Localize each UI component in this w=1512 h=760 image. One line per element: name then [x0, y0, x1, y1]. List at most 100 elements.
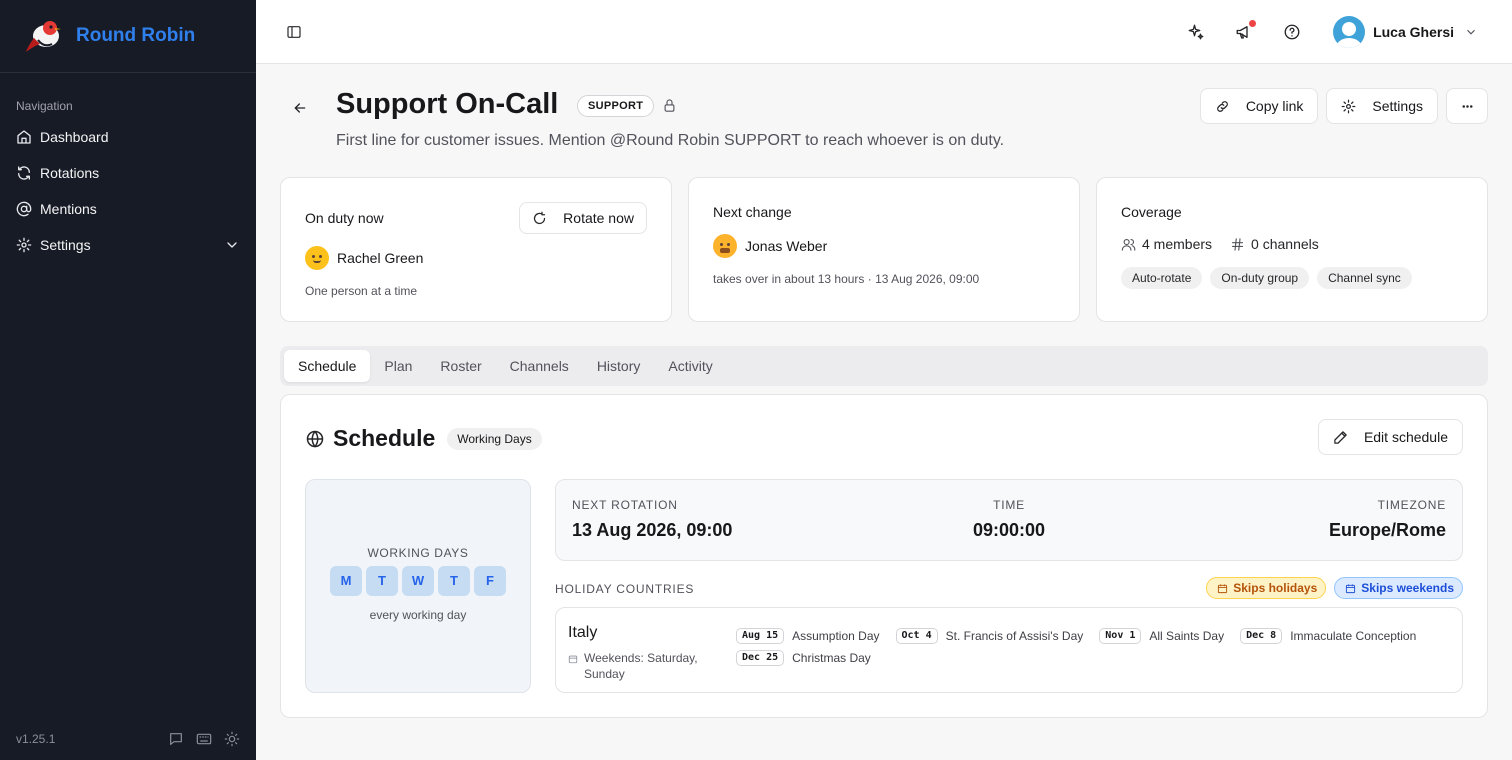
tab-roster[interactable]: Roster [426, 350, 495, 382]
day-chip: T [366, 566, 398, 596]
next-person-name: Jonas Weber [745, 238, 828, 254]
tab-plan[interactable]: Plan [370, 350, 426, 382]
sidebar-item-label: Mentions [40, 201, 97, 217]
link-icon [1216, 100, 1228, 112]
nav-list: Dashboard Rotations Mentions Settings [0, 119, 256, 263]
holiday-date: Aug 15 [736, 628, 785, 644]
sparkles-icon[interactable] [1187, 23, 1205, 41]
holiday-name: Immaculate Conception [1290, 629, 1417, 643]
keyboard-icon[interactable] [196, 731, 212, 747]
working-days-box: WORKING DAYS M T W T F every working day [305, 479, 531, 693]
person-emoji-avatar [713, 234, 737, 258]
holiday-item: Dec 25 Christmas Day [736, 650, 871, 666]
tab-activity[interactable]: Activity [654, 350, 726, 382]
tab-channels[interactable]: Channels [496, 350, 583, 382]
on-duty-card: On duty now Rotate now Rachel Green One … [280, 177, 672, 322]
weekends-info: Weekends: Saturday, Sunday [568, 650, 718, 682]
skips-holidays-label: Skips holidays [1233, 581, 1318, 595]
avatar [1333, 15, 1366, 48]
coverage-card: Coverage 4 members 0 channels Auto-rotat… [1096, 177, 1488, 322]
ellipsis-icon [1462, 104, 1472, 108]
tab-history[interactable]: History [583, 350, 655, 382]
page-subtitle: First line for customer issues. Mention … [336, 132, 1005, 149]
holiday-item: Dec 8 Immaculate Conception [1240, 628, 1416, 644]
time-value: 09:00:00 [972, 520, 1046, 540]
holiday-name: All Saints Day [1149, 629, 1225, 643]
skips-weekends-badge: Skips weekends [1334, 577, 1463, 599]
brand[interactable]: Round Robin [0, 0, 256, 73]
rotate-now-button[interactable]: Rotate now [519, 202, 647, 234]
sidebar-item-dashboard[interactable]: Dashboard [0, 119, 256, 155]
weekends-text: Weekends: Saturday, Sunday [584, 651, 698, 681]
settings-button[interactable]: Settings [1326, 88, 1438, 124]
sidebar-toggle-icon[interactable] [286, 24, 302, 40]
sun-icon[interactable] [224, 731, 240, 747]
chevron-down-icon [1467, 29, 1475, 35]
holiday-date: Dec 8 [1240, 628, 1283, 644]
timezone-col: TIMEZONE Europe/Rome [1329, 498, 1446, 541]
app-version: v1.25.1 [16, 732, 56, 746]
time-label: TIME [993, 498, 1025, 512]
back-arrow-icon[interactable] [292, 100, 308, 116]
holiday-badges: Skips holidays Skips weekends [1206, 577, 1463, 599]
tab-schedule[interactable]: Schedule [284, 350, 371, 382]
working-days-note: every working day [369, 608, 467, 622]
topbar-actions: Luca Ghersi [1157, 15, 1478, 48]
next-person: Jonas Weber [713, 234, 827, 258]
timezone-label: TIMEZONE [1377, 498, 1446, 512]
edit-schedule-label: Edit schedule [1363, 429, 1448, 445]
hash-icon [1231, 237, 1244, 251]
holiday-date: Oct 4 [895, 628, 938, 644]
refresh-icon [17, 166, 31, 180]
schedule-header: Schedule Working Days [305, 425, 542, 452]
feature-chip: Channel sync [1317, 267, 1412, 289]
members-stat: 4 members [1121, 236, 1212, 252]
header-actions: Copy link Settings [1199, 88, 1488, 124]
chevron-down-icon[interactable] [224, 237, 240, 253]
time-col: TIME 09:00:00 [556, 498, 1462, 541]
channels-count: 0 channels [1251, 236, 1319, 252]
user-menu[interactable]: Luca Ghersi [1333, 15, 1478, 48]
announcements-button[interactable] [1235, 19, 1257, 41]
next-change-label: Next change [713, 204, 792, 220]
holiday-list: Aug 15 Assumption Day Oct 4 St. Francis … [736, 628, 1456, 666]
help-icon[interactable] [1283, 23, 1301, 41]
nav-section-title: Navigation [16, 99, 73, 113]
home-icon [17, 130, 31, 144]
calendar-icon [1346, 583, 1356, 593]
edit-schedule-button[interactable]: Edit schedule [1317, 419, 1463, 455]
country-name: Italy [568, 624, 598, 641]
pencil-icon [1334, 430, 1347, 444]
timezone-value: Europe/Rome [1328, 520, 1446, 540]
chat-icon[interactable] [168, 731, 184, 747]
more-options-button[interactable] [1446, 88, 1488, 124]
schedule-title: Schedule [333, 425, 436, 451]
tab-bar: Schedule Plan Roster Channels History Ac… [280, 346, 1488, 386]
sidebar-item-mentions[interactable]: Mentions [0, 191, 256, 227]
holiday-item: Aug 15 Assumption Day [736, 628, 880, 644]
calendar-icon [568, 655, 578, 664]
feature-chip: Auto-rotate [1121, 267, 1203, 289]
copy-link-button[interactable]: Copy link [1199, 88, 1319, 124]
on-duty-person: Rachel Green [305, 246, 423, 270]
on-duty-label: On duty now [305, 210, 384, 226]
topbar: Luca Ghersi [256, 0, 1512, 64]
sidebar: Round Robin Navigation Dashboard Rotatio… [0, 0, 256, 760]
schedule-panel: Schedule Working Days Edit schedule WORK… [280, 394, 1488, 718]
main-content: Support On-Call SUPPORT First line for c… [256, 64, 1512, 760]
holiday-name: Assumption Day [792, 629, 880, 643]
day-chip: F [474, 566, 506, 596]
on-duty-person-name: Rachel Green [337, 250, 424, 266]
members-count: 4 members [1142, 236, 1213, 252]
sidebar-item-settings[interactable]: Settings [0, 227, 256, 263]
rotate-now-label: Rotate now [563, 210, 634, 226]
settings-label: Settings [1372, 98, 1423, 114]
working-days-label: WORKING DAYS [367, 546, 469, 560]
sidebar-item-rotations[interactable]: Rotations [0, 155, 256, 191]
day-chip: W [402, 566, 434, 596]
lock-icon [664, 99, 675, 112]
holiday-name: Christmas Day [792, 651, 871, 665]
rotate-icon [534, 211, 546, 224]
holiday-item: Oct 4 St. Francis of Assisi's Day [895, 628, 1083, 644]
next-change-note: takes over in about 13 hours · 13 Aug 20… [713, 272, 980, 286]
